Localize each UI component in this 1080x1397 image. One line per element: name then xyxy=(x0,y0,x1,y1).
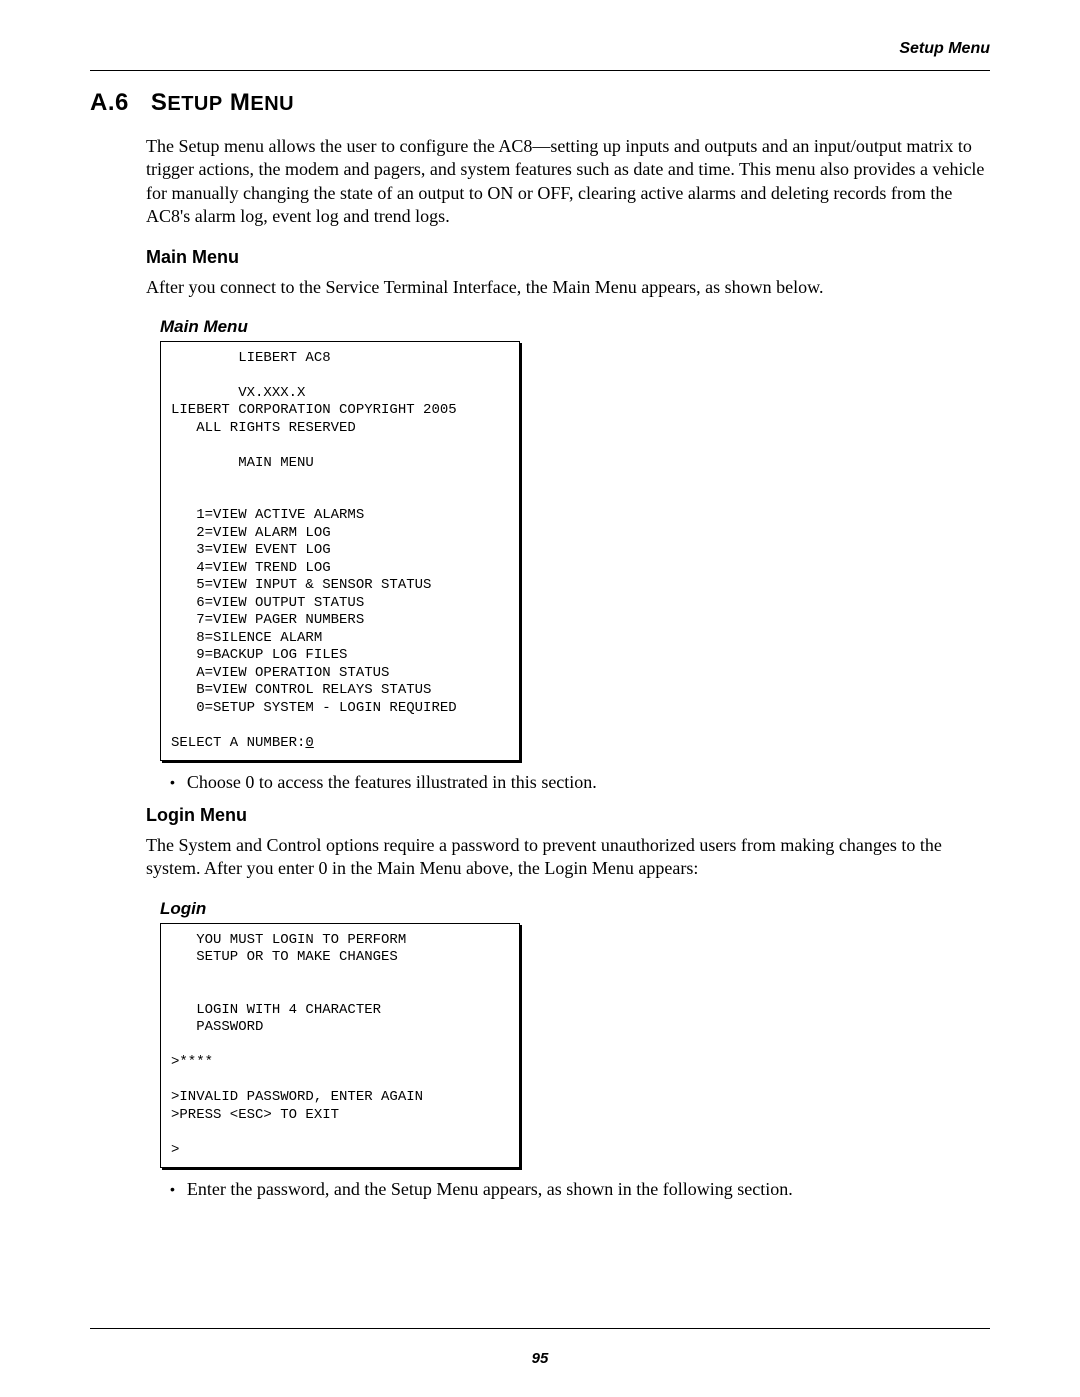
section-title: A.6 SETUP MENU xyxy=(90,89,990,117)
page-number: 95 xyxy=(0,1350,1080,1367)
main-menu-bullet-text: Choose 0 to access the features illustra… xyxy=(187,771,597,794)
top-rule xyxy=(90,70,990,71)
main-menu-heading: Main Menu xyxy=(146,247,990,268)
page: Setup Menu A.6 SETUP MENU The Setup menu … xyxy=(0,0,1080,1397)
intro-paragraph: The Setup menu allows the user to config… xyxy=(146,135,990,229)
main-menu-bullet: Choose 0 to access the features illustra… xyxy=(170,771,990,794)
main-menu-caption: Main Menu xyxy=(160,317,990,337)
running-head: Setup Menu xyxy=(90,40,990,58)
main-menu-terminal-body: LIEBERT AC8 VX.XXX.X LIEBERT CORPORATION… xyxy=(171,350,457,716)
main-menu-lead: After you connect to the Service Termina… xyxy=(146,276,990,299)
main-menu-prompt-prefix: SELECT A NUMBER: xyxy=(171,735,305,751)
section-title-text: SETUP MENU xyxy=(151,89,294,116)
login-menu-caption: Login xyxy=(160,899,990,919)
login-menu-heading: Login Menu xyxy=(146,805,990,826)
main-menu-prompt-value: 0 xyxy=(305,735,313,751)
main-menu-terminal: LIEBERT AC8 VX.XXX.X LIEBERT CORPORATION… xyxy=(160,341,520,762)
login-menu-terminal: YOU MUST LOGIN TO PERFORM SETUP OR TO MA… xyxy=(160,923,520,1169)
login-menu-lead: The System and Control options require a… xyxy=(146,834,990,881)
login-menu-bullet: Enter the password, and the Setup Menu a… xyxy=(170,1178,990,1201)
login-menu-bullet-text: Enter the password, and the Setup Menu a… xyxy=(187,1178,793,1201)
section-number: A.6 xyxy=(90,89,129,117)
bottom-rule xyxy=(90,1328,990,1329)
